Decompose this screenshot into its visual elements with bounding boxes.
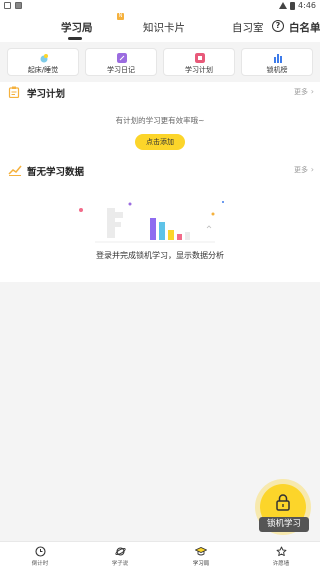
chevron-right-icon[interactable]: › (311, 165, 314, 174)
notification-icon (15, 2, 22, 9)
clock-icon (34, 546, 46, 557)
study-data-empty-text: 登录并完成锁机学习，显示数据分析 (96, 251, 224, 260)
signal-icon (279, 2, 288, 9)
study-plan-card: 学习计划 更多 › 有计划的学习更有效率哦~ 点击添加 (0, 82, 320, 160)
wake-sleep-button[interactable]: 起床/睡觉 (7, 48, 79, 76)
study-data-title: 暂无学习数据 (27, 167, 85, 178)
study-plan-hint: 有计划的学习更有效率哦~ (115, 116, 205, 125)
feature-bar: 起床/睡觉 学习日记 学习计划 锁机榜 (0, 42, 320, 82)
tab-indicator (68, 37, 82, 40)
help-icon[interactable]: ? (272, 20, 284, 32)
battery-icon (290, 1, 296, 10)
nav-student-voice[interactable]: 学子说 (95, 546, 145, 567)
top-nav: 学习局 N 知识卡片 自习室 ? 白名单 (0, 12, 320, 42)
chevron-right-icon[interactable]: › (311, 87, 314, 96)
nav-study-group-label: 学习局 (192, 561, 210, 567)
status-time: 4:46 (298, 1, 316, 10)
ranking-icon (274, 54, 282, 63)
empty-chart-illustration (79, 201, 224, 243)
study-data-card: 暂无学习数据 更多 › 登录并完成锁机学习，显示数据分析 (0, 160, 320, 282)
nav-student-voice-label: 学子说 (111, 561, 129, 567)
add-plan-button[interactable]: 点击添加 (135, 134, 185, 150)
new-badge: N (117, 13, 124, 20)
star-icon (276, 546, 286, 557)
study-plan-label: 学习计划 (185, 66, 213, 74)
study-plan-button[interactable]: 学习计划 (163, 48, 235, 76)
nav-wish-wall[interactable]: 许愿墙 (256, 546, 306, 567)
bottom-nav: 倒计时 学子说 学习局 许愿墙 (0, 541, 320, 570)
lock-study-label[interactable]: 锁机学习 (259, 517, 309, 532)
wake-sleep-label: 起床/睡觉 (27, 66, 59, 74)
status-bar: 4:46 (0, 0, 320, 12)
whitelist-button[interactable]: 白名单 (289, 20, 320, 35)
tab-study-group[interactable]: 学习局 (61, 20, 93, 35)
tab-study-room[interactable]: 自习室 (232, 20, 264, 35)
clipboard-icon (8, 86, 20, 98)
study-plan-title: 学习计划 (27, 89, 66, 100)
grad-cap-icon (195, 547, 207, 556)
lock-icon (276, 494, 290, 511)
planet-icon (114, 547, 126, 556)
notification-icon (4, 2, 11, 9)
study-diary-button[interactable]: 学习日记 (85, 48, 157, 76)
diary-icon (117, 53, 127, 63)
study-diary-label: 学习日记 (107, 66, 135, 74)
nav-wish-wall-label: 许愿墙 (272, 561, 290, 567)
nav-study-group[interactable]: 学习局 (176, 546, 226, 567)
notification-icons (4, 2, 22, 9)
nav-countdown[interactable]: 倒计时 (15, 546, 65, 567)
wake-sleep-icon (40, 54, 48, 63)
ranking-label: 锁机榜 (266, 66, 288, 74)
trend-chart-icon (8, 165, 22, 176)
plan-icon (195, 53, 205, 63)
tab-knowledge-cards[interactable]: 知识卡片 (143, 20, 185, 35)
study-data-more-link[interactable]: 更多 (294, 165, 308, 175)
ranking-button[interactable]: 锁机榜 (241, 48, 313, 76)
nav-countdown-label: 倒计时 (31, 561, 49, 567)
study-plan-more-link[interactable]: 更多 (294, 87, 308, 97)
